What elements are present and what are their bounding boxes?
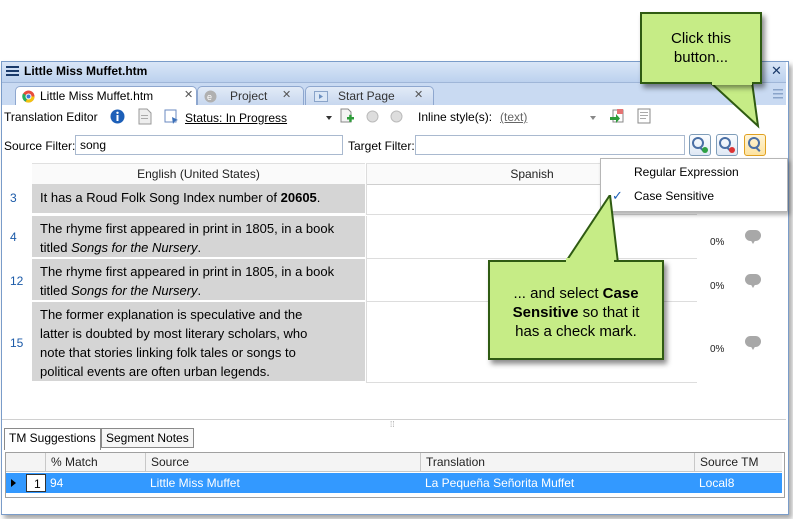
callout-pointer-bottom: [563, 195, 620, 264]
tab-segment-notes[interactable]: Segment Notes: [101, 428, 194, 448]
toggle-left-icon[interactable]: [366, 110, 379, 123]
tab-close-icon[interactable]: ✕: [282, 88, 291, 101]
segment-text: The former explanation is speculative an…: [40, 307, 303, 322]
menu-item-regular-expression[interactable]: Regular Expression: [601, 161, 785, 183]
tab-start-page[interactable]: Start Page ✕: [305, 86, 434, 106]
notes-icon[interactable]: [637, 108, 651, 124]
segment-text: It has a Roud Folk Song Index number of: [40, 190, 281, 205]
tab-label: Project: [230, 89, 268, 103]
callout-text: so that it: [578, 304, 640, 321]
callout-text: button...: [673, 49, 729, 66]
comment-icon[interactable]: [745, 274, 761, 288]
segment-italic: Songs for the Nursery: [71, 283, 198, 298]
filter-options-button[interactable]: [744, 134, 766, 156]
row-selector-icon: [11, 479, 16, 487]
tab-tm-suggestions[interactable]: TM Suggestions: [4, 428, 101, 450]
callout-bold: Sensitive: [512, 304, 579, 321]
tab-project[interactable]: e Project ✕: [197, 86, 304, 106]
grid-cell-source-tm: Local8: [699, 476, 735, 490]
tab-close-icon[interactable]: ✕: [414, 88, 423, 101]
apply-filter-button[interactable]: [689, 134, 711, 156]
source-filter-input[interactable]: [75, 135, 343, 155]
match-percent: 0%: [710, 281, 725, 292]
grid-header-translation[interactable]: Translation: [421, 453, 695, 472]
start-page-icon: [314, 91, 328, 102]
grid-row-index: 1: [26, 474, 46, 492]
grid-header-match[interactable]: % Match: [46, 453, 146, 472]
toolbar-label: Translation Editor: [4, 110, 98, 124]
tab-little-miss-muffet[interactable]: Little Miss Muffet.htm ✕: [15, 86, 197, 107]
search-clear-icon: [719, 137, 735, 153]
toggle-right-icon[interactable]: [390, 110, 403, 123]
row-number: 3: [10, 191, 17, 205]
grid-cell-source: Little Miss Muffet: [150, 476, 240, 490]
segment-bold: 20605: [280, 190, 317, 205]
segment-text: political events are often urban legends…: [40, 364, 270, 379]
save-status-icon[interactable]: [163, 108, 179, 124]
segment-text: The rhyme first appeared in print in 180…: [40, 264, 335, 279]
status-link[interactable]: Status: In Progress: [185, 111, 287, 125]
segment-text: .: [316, 190, 321, 205]
callout-text: Click this: [670, 30, 731, 47]
callout-bold: Case: [602, 285, 639, 302]
row-number: 4: [10, 230, 17, 244]
callout-cover: [712, 80, 752, 85]
document-icon[interactable]: [138, 108, 152, 125]
window-title: Little Miss Muffet.htm: [24, 64, 148, 78]
grid-header-source-tm[interactable]: Source TM: [695, 453, 782, 472]
segment-text: .: [197, 240, 202, 255]
grid-corner: [6, 453, 46, 472]
row-number: 12: [10, 274, 24, 288]
inline-style-dropdown-icon[interactable]: [590, 116, 596, 120]
tab-label: Little Miss Muffet.htm: [40, 89, 154, 103]
segment-italic: Songs for the Nursery: [71, 240, 198, 255]
segment-text: latter is doubted by most literary schol…: [40, 326, 308, 341]
tab-label: Start Page: [338, 89, 395, 103]
grid-cell-translation: La Pequeña Señorita Muffet: [425, 476, 575, 490]
browser-icon: [22, 90, 35, 103]
search-options-icon: [748, 137, 761, 152]
source-segment[interactable]: It has a Roud Folk Song Index number of …: [32, 184, 365, 214]
comment-icon[interactable]: [745, 230, 761, 244]
match-percent: 0%: [710, 237, 725, 248]
grid-cell-match: 94: [50, 476, 64, 490]
clear-filter-button[interactable]: [716, 134, 738, 156]
callout-pointer-top: [708, 82, 760, 129]
target-filter-input[interactable]: [415, 135, 685, 155]
project-icon: e: [204, 90, 217, 103]
segment-text: titled: [40, 240, 72, 255]
menu-icon[interactable]: [6, 66, 19, 77]
grid-header-source[interactable]: Source: [146, 453, 421, 472]
svg-text:e: e: [207, 92, 212, 102]
callout-click-button: Click this button...: [640, 12, 762, 84]
column-header-source[interactable]: English (United States): [32, 163, 365, 185]
row-number: 15: [10, 336, 24, 350]
status-dropdown-icon[interactable]: [326, 116, 332, 120]
window-close-icon[interactable]: ✕: [771, 63, 782, 79]
source-segment[interactable]: The rhyme first appeared in print in 180…: [32, 216, 365, 258]
segment-text: note that stories linking folk tales or …: [40, 345, 296, 360]
tab-close-icon[interactable]: ✕: [184, 88, 193, 101]
source-segment[interactable]: The rhyme first appeared in print in 180…: [32, 259, 365, 301]
segment-text: .: [197, 283, 202, 298]
callout-text: has a check mark.: [515, 323, 637, 340]
inline-style-select[interactable]: (text): [500, 110, 527, 124]
comment-icon[interactable]: [745, 336, 761, 350]
callout-cover: [566, 258, 614, 263]
source-filter-label: Source Filter:: [4, 139, 76, 153]
search-go-icon: [692, 137, 708, 153]
add-segment-icon[interactable]: [339, 108, 355, 124]
segment-text: The rhyme first appeared in print in 180…: [40, 221, 335, 236]
menu-item-label: Regular Expression: [634, 165, 739, 179]
info-icon[interactable]: [110, 109, 125, 124]
segment-text: titled: [40, 283, 72, 298]
callout-select-case-sensitive: ... and select Case Sensitive so that it…: [488, 260, 664, 360]
inline-style-label: Inline style(s):: [418, 110, 493, 124]
target-filter-label: Target Filter:: [348, 139, 415, 153]
callout-text: ... and select: [513, 285, 603, 302]
splitter-grip-icon: ⁞⁞: [390, 420, 395, 429]
source-segment[interactable]: The former explanation is speculative an…: [32, 302, 365, 382]
apply-style-icon[interactable]: [609, 108, 625, 124]
match-percent: 0%: [710, 344, 725, 355]
